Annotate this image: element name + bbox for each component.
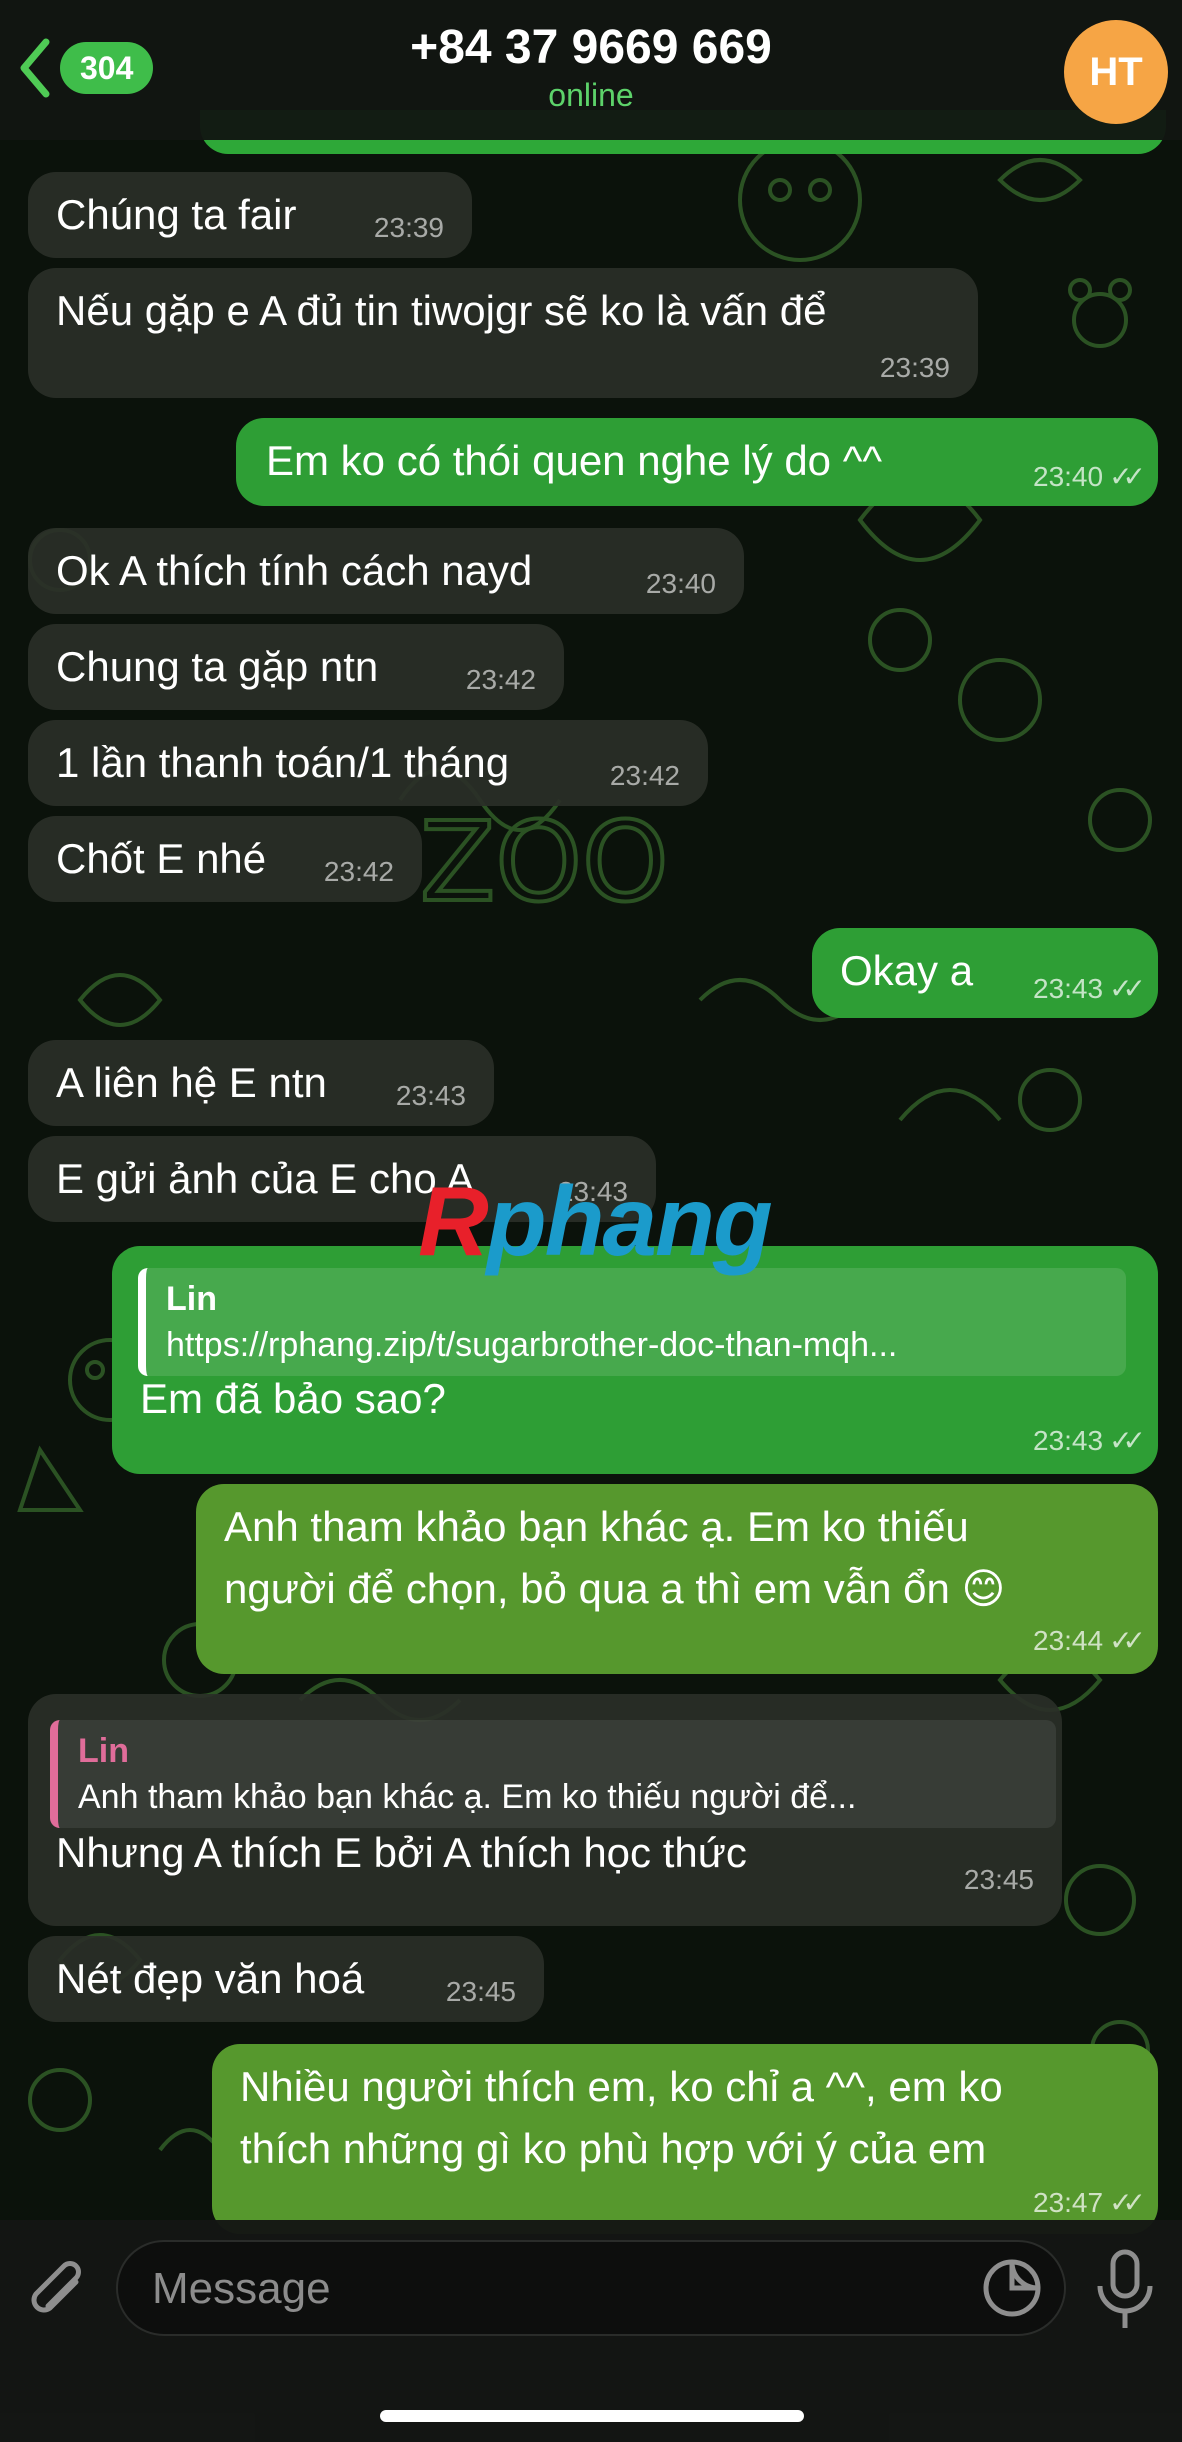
chat-header: 304 +84 37 9669 669 online HT (0, 0, 1182, 140)
message-time: 23:40 ✓✓ (1033, 460, 1146, 493)
message-text: Ok A thích tính cách nayd (56, 547, 533, 594)
double-check-icon: ✓✓ (1109, 2187, 1146, 2218)
avatar-initials: HT (1089, 49, 1143, 94)
message-text: Em ko có thói quen nghe lý do ^^ (266, 437, 883, 484)
message-time-value: 23:44 (1033, 1625, 1104, 1656)
message-text: Nhưng A thích E bởi A thích học thức (56, 1829, 747, 1876)
reply-quote[interactable]: Lin Anh tham khảo bạn khác ạ. Em ko thiế… (50, 1720, 1056, 1828)
message-time: 23:42 (323, 856, 394, 887)
sticker-icon[interactable] (980, 2256, 1044, 2320)
message-composer: Message (0, 2220, 1182, 2442)
avatar[interactable]: HT (1064, 20, 1168, 124)
message-incoming[interactable]: A liên hệ E ntn 23:43 (28, 1040, 494, 1126)
message-time: 23:42 (609, 760, 680, 791)
message-text: A liên hệ E ntn (56, 1059, 327, 1106)
double-check-icon: ✓✓ (1109, 1425, 1146, 1456)
message-incoming[interactable]: Nét đẹp văn hoá 23:45 (28, 1936, 544, 2022)
message-incoming[interactable]: Chốt E nhé 23:42 (28, 816, 422, 902)
quote-author: Lin (78, 1732, 129, 1770)
message-text: Okay a (840, 947, 974, 994)
message-incoming[interactable]: Lin Anh tham khảo bạn khác ạ. Em ko thiế… (28, 1694, 1062, 1926)
quote-text: Anh tham khảo bạn khác ạ. Em ko thiếu ng… (78, 1778, 857, 1816)
quote-text: https://rphang.zip/t/sugarbrother-doc-th… (166, 1326, 898, 1364)
message-text: Em đã bảo sao? (140, 1375, 446, 1422)
message-text: Chúng ta fair (56, 191, 297, 238)
message-time: 23:45 (963, 1864, 1034, 1895)
message-outgoing[interactable]: Lin https://rphang.zip/t/sugarbrother-do… (112, 1246, 1158, 1474)
message-time: 23:45 (445, 1976, 516, 2007)
message-outgoing[interactable]: Nhiều người thích em, ko chỉ a ^^, em ko… (212, 2044, 1158, 2234)
watermark-part2: phang (486, 1166, 773, 1276)
double-check-icon: ✓✓ (1109, 973, 1146, 1004)
watermark-part1: R (418, 1166, 489, 1276)
microphone-icon[interactable] (1090, 2248, 1160, 2334)
chat-title: +84 37 9669 669 (410, 21, 772, 74)
message-text-line: Nhiều người thích em, ko chỉ a ^^, em ko (240, 2063, 1003, 2110)
message-time: 23:43 ✓✓ (1033, 972, 1146, 1005)
svg-text:ZOO: ZOO (420, 798, 669, 926)
message-text: Nét đẹp văn hoá (56, 1955, 365, 2002)
reply-quote[interactable]: Lin https://rphang.zip/t/sugarbrother-do… (138, 1268, 1126, 1376)
message-time: 23:43 ✓✓ (1033, 1424, 1146, 1457)
message-time: 23:43 (395, 1080, 466, 1111)
quote-author: Lin (166, 1280, 217, 1318)
message-outgoing[interactable]: Em ko có thói quen nghe lý do ^^ 23:40 ✓✓ (236, 418, 1158, 506)
message-outgoing[interactable]: Anh tham khảo bạn khác ạ. Em ko thiếu ng… (196, 1484, 1158, 1674)
message-text: E gửi ảnh của E cho A (56, 1155, 475, 1202)
watermark-logo: Rphang (418, 1165, 773, 1278)
message-time: 23:44 ✓✓ (1033, 1624, 1146, 1657)
message-incoming[interactable]: 1 lần thanh toán/1 tháng 23:42 (28, 720, 708, 806)
message-time: 23:47 ✓✓ (1033, 2186, 1146, 2219)
message-input[interactable]: Message (116, 2240, 1066, 2336)
chat-status: online (548, 77, 634, 113)
message-incoming[interactable]: Ok A thích tính cách nayd 23:40 (28, 528, 744, 614)
message-text-line: Anh tham khảo bạn khác ạ. Em ko thiếu (224, 1503, 969, 1550)
message-outgoing[interactable]: Okay a 23:43 ✓✓ (812, 928, 1158, 1018)
message-text: Nếu gặp e A đủ tin tiwojgr sẽ ko là vấn … (56, 287, 827, 334)
message-time: 23:42 (465, 664, 536, 695)
message-time-value: 23:40 (1033, 461, 1104, 492)
message-text-line: thích những gì ko phù hợp với ý của em (240, 2125, 987, 2172)
double-check-icon: ✓✓ (1109, 461, 1146, 492)
message-incoming[interactable]: Nếu gặp e A đủ tin tiwojgr sẽ ko là vấn … (28, 268, 978, 398)
double-check-icon: ✓✓ (1109, 1625, 1146, 1656)
paperclip-icon[interactable] (24, 2258, 94, 2328)
home-indicator (380, 2410, 804, 2422)
message-text: Chốt E nhé (56, 835, 267, 882)
message-placeholder: Message (152, 2264, 331, 2313)
message-time-value: 23:43 (1033, 973, 1104, 1004)
chat-title-area[interactable]: +84 37 9669 669 online (0, 20, 1182, 114)
message-text: Chung ta gặp ntn (56, 643, 379, 690)
message-time: 23:39 (879, 352, 950, 383)
message-incoming[interactable]: Chúng ta fair 23:39 (28, 172, 472, 258)
message-time: 23:40 (645, 568, 716, 599)
message-text: 1 lần thanh toán/1 tháng (56, 739, 510, 786)
message-incoming[interactable]: Chung ta gặp ntn 23:42 (28, 624, 564, 710)
message-time: 23:39 (373, 212, 444, 243)
message-text-line: người để chọn, bỏ qua a thì em vẫn ổn 😊 (224, 1565, 1006, 1612)
message-time-value: 23:43 (1033, 1425, 1104, 1456)
message-time-value: 23:47 (1033, 2187, 1104, 2218)
